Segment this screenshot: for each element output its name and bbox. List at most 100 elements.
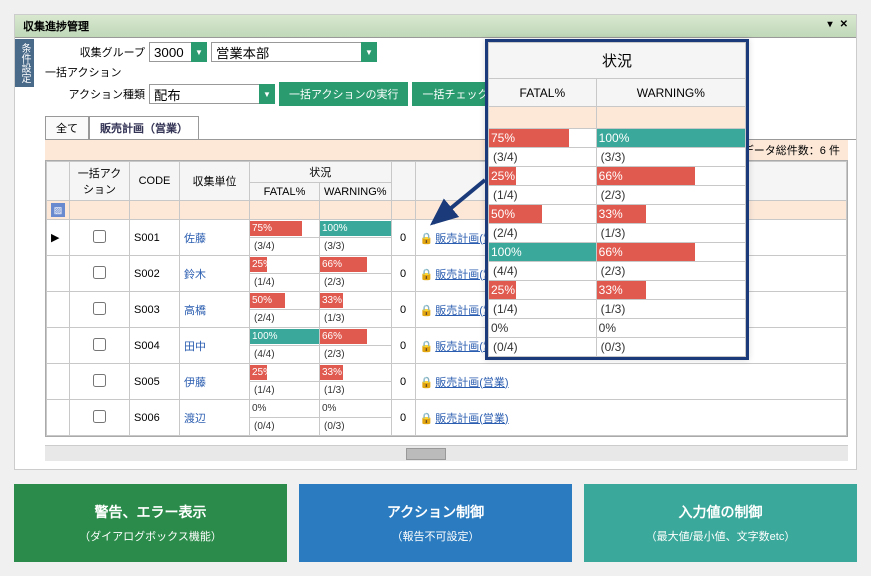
execute-bulk-button[interactable]: 一括アクションの実行 [279,82,408,106]
cell-code: S004 [130,328,180,364]
app-panel: 収集進捗管理 ▾ ✕ 条件設定 収集グループ ▼ ▼ 一括アクション アクション… [14,14,857,470]
zoom-warn-bar: 0% [596,319,745,338]
cell-warn-sub: (0/3) [320,418,392,436]
col-selector [47,162,70,201]
zoom-fatal-bar: 50% [489,205,597,224]
cell-warn-bar: 33% [320,364,392,382]
card-title: 入力値の制御 [590,502,851,522]
filter-toggle-icon[interactable]: ▨ [51,203,65,217]
zoom-warn-bar: 33% [596,205,745,224]
chevron-down-icon[interactable]: ▼ [259,84,275,104]
zoom-fatal-sub: (2/4) [489,224,597,243]
group-code-input[interactable] [149,42,191,62]
col-bulk[interactable]: 一括アクション [70,162,130,201]
table-row[interactable]: S006渡辺0%0%0🔒販売計画(営業) [47,400,847,418]
cell-unit[interactable]: 鈴木 [180,256,250,292]
group-name-combo[interactable]: ▼ [211,42,377,62]
zoom-title: 状況 [489,43,746,79]
table-row[interactable]: S005伊藤25%33%0🔒販売計画(営業) [47,364,847,382]
cell-code: S005 [130,364,180,400]
action-type-input[interactable] [149,84,259,104]
bulk-section-label: 一括アクション [45,64,121,80]
zoom-warn-sub: (1/3) [596,300,745,319]
zoom-fatal-bar: 100% [489,243,597,262]
window-title: 収集進捗管理 [23,18,89,34]
cell-unit[interactable]: 佐藤 [180,220,250,256]
cell-fatal-sub: (0/4) [250,418,320,436]
cell-warn-bar: 33% [320,292,392,310]
col-status: 状況 [250,162,392,183]
cell-count: 0 [391,400,415,436]
tab-sales-plan[interactable]: 販売計画（営業） [89,116,199,139]
cell-code: S003 [130,292,180,328]
row-checkbox[interactable] [70,292,130,328]
chevron-down-icon[interactable]: ▼ [361,42,377,62]
tab-all[interactable]: 全て [45,116,89,139]
cell-code: S002 [130,256,180,292]
row-selector[interactable] [47,292,70,328]
row-selector[interactable]: ▶ [47,220,70,256]
row-checkbox[interactable] [70,364,130,400]
action-type-combo[interactable]: ▼ [149,84,275,104]
cell-fatal-sub: (1/4) [250,382,320,400]
close-icon[interactable]: ✕ [840,19,848,30]
cell-package[interactable]: 🔒販売計画(営業) [415,364,846,400]
zoom-col-fatal: FATAL% [489,79,597,107]
cell-package[interactable]: 🔒販売計画(営業) [415,400,846,436]
zoom-warn-sub: (3/3) [596,148,745,167]
cell-warn-sub: (2/3) [320,274,392,292]
cell-fatal-bar: 25% [250,364,320,382]
sidebar-tab[interactable]: 条件設定 [15,39,34,87]
cell-warn-bar: 66% [320,256,392,274]
row-selector[interactable] [47,256,70,292]
cell-code: S001 [130,220,180,256]
zoom-fatal-sub: (3/4) [489,148,597,167]
zoom-fatal-sub: (1/4) [489,300,597,319]
scrollbar-thumb[interactable] [406,448,446,460]
row-selector[interactable] [47,328,70,364]
col-fatal[interactable]: FATAL% [250,183,320,201]
cell-count: 0 [391,364,415,400]
row-selector[interactable] [47,400,70,436]
action-type-label: アクション種類 [45,86,145,102]
row-checkbox[interactable] [70,220,130,256]
zoom-fatal-sub: (0/4) [489,338,597,357]
horizontal-scrollbar[interactable] [45,445,848,461]
col-code[interactable]: CODE [130,162,180,201]
cell-fatal-bar: 25% [250,256,320,274]
lock-icon: 🔒 [420,377,434,389]
cell-fatal-bar: 100% [250,328,320,346]
zoom-warn-sub: (2/3) [596,262,745,281]
cell-unit[interactable]: 伊藤 [180,364,250,400]
lock-icon: 🔒 [420,413,434,425]
cell-fatal-sub: (2/4) [250,310,320,328]
feature-cards: 警告、エラー表示（ダイアログボックス機能）アクション制御（報告不可設定）入力値の… [14,484,857,562]
cell-unit[interactable]: 高橋 [180,292,250,328]
cell-count: 0 [391,292,415,328]
row-checkbox[interactable] [70,256,130,292]
lock-icon: 🔒 [420,305,434,317]
zoom-warn-sub: (2/3) [596,186,745,205]
card-subtitle: （最大値/最小値、文字数etc） [590,528,851,544]
pin-icon[interactable]: ▾ [828,19,833,30]
cell-fatal-bar: 0% [250,400,320,418]
lock-icon: 🔒 [420,233,434,245]
group-name-input[interactable] [211,42,361,62]
col-warning[interactable]: WARNING% [320,183,392,201]
chevron-down-icon[interactable]: ▼ [191,42,207,62]
cell-fatal-sub: (3/4) [250,238,320,256]
cell-warn-sub: (2/3) [320,346,392,364]
cell-unit[interactable]: 渡辺 [180,400,250,436]
row-selector[interactable] [47,364,70,400]
titlebar: 収集進捗管理 ▾ ✕ [15,15,856,38]
group-code-combo[interactable]: ▼ [149,42,207,62]
cell-warn-bar: 66% [320,328,392,346]
card-subtitle: （報告不可設定） [305,528,566,544]
cell-unit[interactable]: 田中 [180,328,250,364]
cell-count: 0 [391,220,415,256]
col-unit[interactable]: 収集単位 [180,162,250,201]
row-checkbox[interactable] [70,400,130,436]
row-checkbox[interactable] [70,328,130,364]
zoom-fatal-bar: 25% [489,167,597,186]
col-num [391,162,415,201]
